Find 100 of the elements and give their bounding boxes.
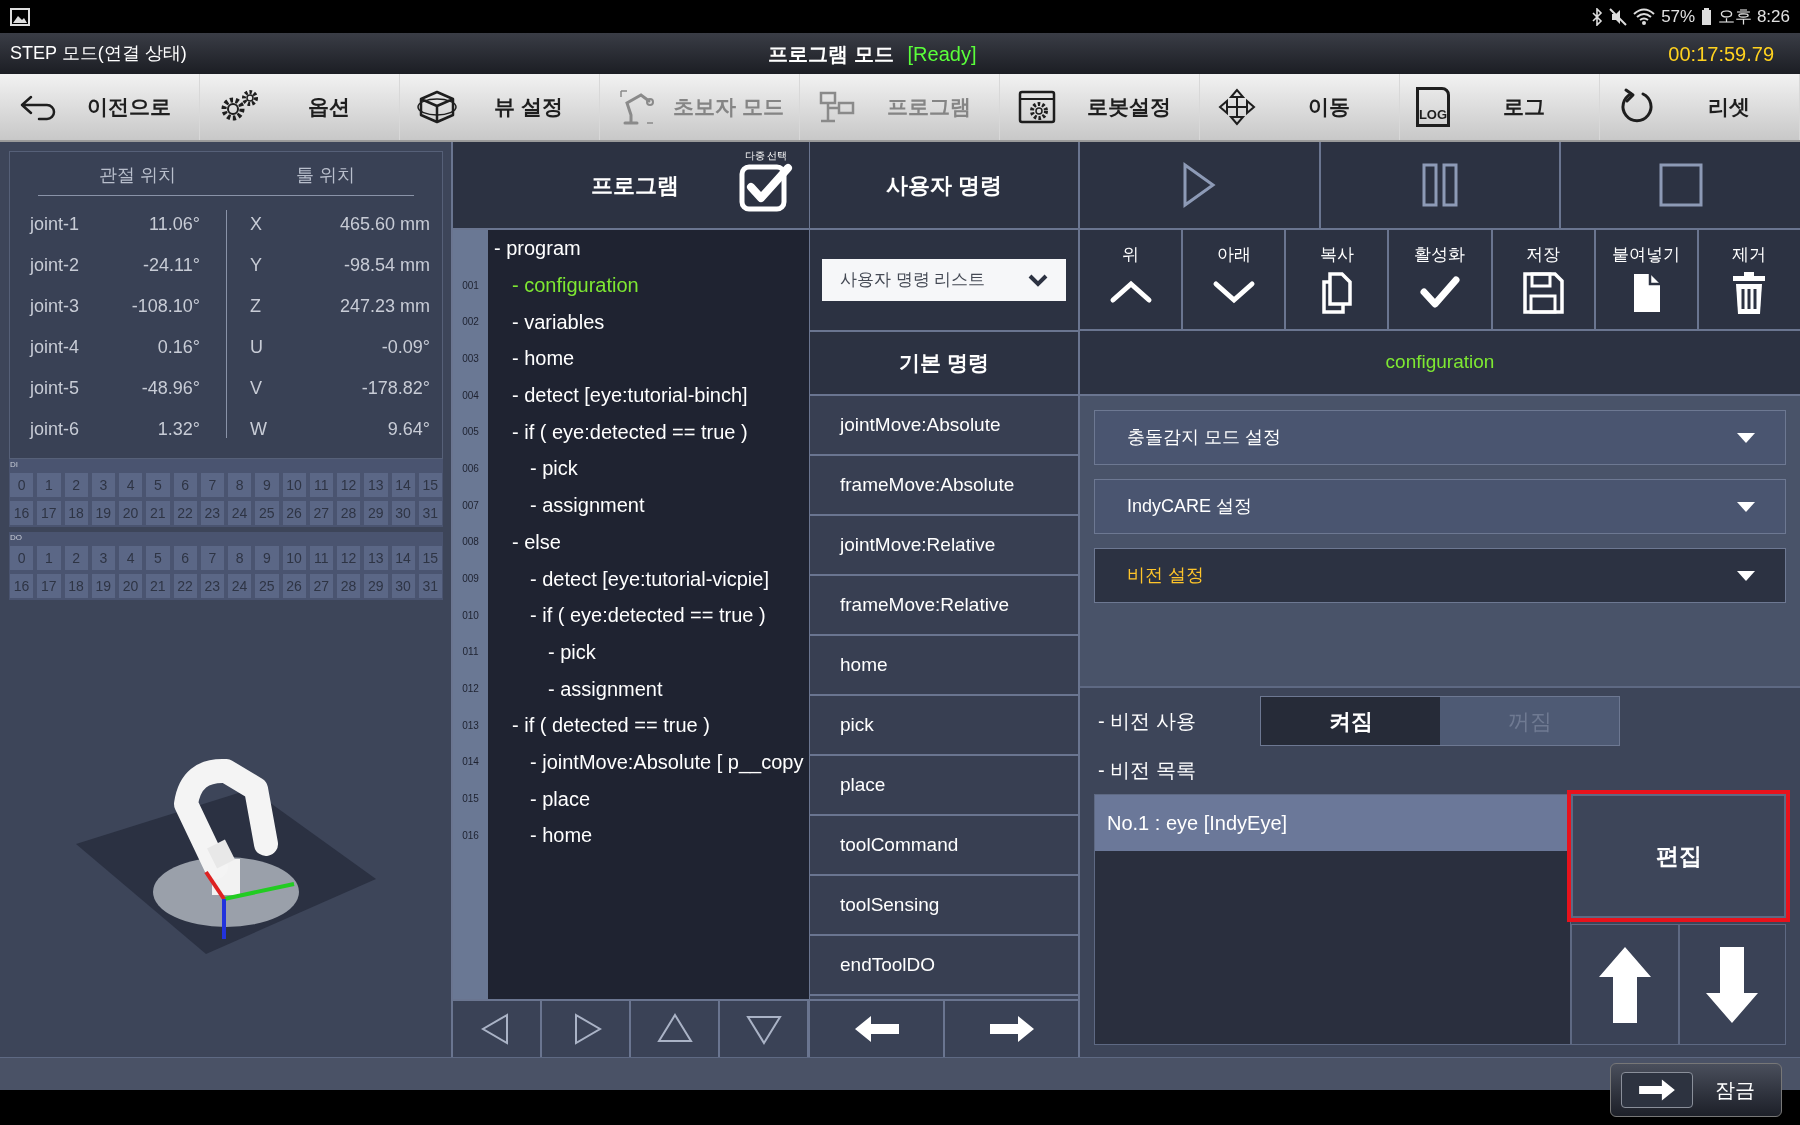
toolbar-button[interactable]: 이동: [1200, 74, 1400, 140]
edit-action-button[interactable]: 붙여넣기: [1595, 230, 1699, 329]
tool-value: -0.09°: [380, 336, 431, 359]
ready-status: [Ready]: [907, 41, 977, 67]
command-item[interactable]: place: [810, 756, 1078, 816]
io-label: DI: [10, 459, 19, 471]
joint-name: joint-2: [28, 254, 81, 277]
io-cell: 3: [91, 546, 115, 570]
io-cell: 13: [364, 546, 388, 570]
io-cell: 22: [173, 501, 197, 525]
program-line[interactable]: - if ( eye:detected == true ): [488, 416, 748, 447]
vision-list-item[interactable]: No.1 : eye [IndyEye]: [1095, 795, 1570, 851]
toolbar-button[interactable]: 로봇설정: [1000, 74, 1200, 140]
joint-name: joint-5: [28, 377, 81, 400]
io-cell: 14: [391, 473, 415, 497]
command-item[interactable]: toolSensing: [810, 876, 1078, 936]
command-list-dropdown[interactable]: 사용자 명령 리스트: [822, 259, 1066, 301]
program-line[interactable]: - if ( detected == true ): [488, 710, 710, 741]
command-item[interactable]: pick: [810, 696, 1078, 756]
command-item[interactable]: frameMove:Absolute: [810, 456, 1078, 516]
command-item[interactable]: endToolDO: [810, 936, 1078, 996]
joint-value: 1.32°: [156, 418, 200, 441]
program-line[interactable]: - variables: [488, 306, 605, 337]
basic-commands-header: 기본 명령: [810, 332, 1078, 396]
io-cell: 25: [255, 501, 279, 525]
command-item[interactable]: home: [810, 636, 1078, 696]
settings-dropdown[interactable]: 비전 설정: [1094, 548, 1786, 603]
line-number: 014: [462, 755, 479, 770]
toolbar-button[interactable]: 이전으로: [0, 74, 200, 140]
io-cell: 30: [391, 574, 415, 598]
move-item-button[interactable]: [1678, 924, 1786, 1045]
io-cell: 6: [173, 473, 197, 497]
program-line[interactable]: - configuration: [488, 270, 639, 301]
io-cell: 18: [64, 574, 88, 598]
line-number: 002: [462, 315, 479, 330]
line-number: 016: [462, 828, 479, 843]
toolbar-button[interactable]: LOG 로그: [1400, 74, 1600, 140]
move-item-button[interactable]: [1571, 924, 1679, 1045]
edit-action-button[interactable]: 저장: [1492, 230, 1596, 329]
selected-item-label: configuration: [1080, 331, 1800, 396]
line-number: 003: [462, 351, 479, 366]
toolbar-button[interactable]: 옵션: [200, 74, 400, 140]
axis-name: Y: [250, 254, 263, 277]
io-cell: 27: [309, 574, 333, 598]
io-cell: 0: [10, 546, 34, 570]
io-cell: 14: [391, 546, 415, 570]
line-number: 001: [462, 278, 479, 293]
io-cell: 29: [364, 501, 388, 525]
image-icon: [10, 7, 30, 26]
program-line[interactable]: - assignment: [488, 490, 645, 521]
program-line[interactable]: - else: [488, 526, 561, 557]
io-cell: 12: [337, 473, 361, 497]
joint-value: -108.10°: [130, 295, 200, 318]
program-line[interactable]: - home: [488, 820, 593, 851]
elapsed-timer: 00:17:59.79: [1668, 41, 1775, 67]
line-number: 005: [462, 425, 479, 440]
io-cell: 4: [119, 473, 143, 497]
program-line[interactable]: - home: [488, 343, 575, 374]
program-line[interactable]: - if ( eye:detected == true ): [488, 600, 766, 631]
tool-value: 9.64°: [386, 418, 431, 441]
toolbar-button[interactable]: 뷰 설정: [400, 74, 600, 140]
settings-dropdown[interactable]: IndyCARE 설정: [1094, 479, 1786, 534]
io-cell: 11: [309, 473, 333, 497]
program-line[interactable]: - pick: [488, 453, 578, 484]
edit-action-button[interactable]: 아래: [1183, 230, 1287, 329]
lock-button[interactable]: 잠금: [1610, 1063, 1782, 1117]
program-line[interactable]: - detect [eye:tutorial-vicpie]: [488, 563, 769, 594]
program-line[interactable]: - place: [488, 783, 591, 814]
command-item[interactable]: jointMove:Relative: [810, 516, 1078, 576]
program-line[interactable]: - jointMove:Absolute [ p__copy: [488, 746, 804, 777]
io-cell: 1: [37, 546, 61, 570]
toggle-option[interactable]: 켜짐: [1261, 697, 1440, 745]
screen-title: 프로그램 모드: [768, 41, 894, 67]
command-item[interactable]: frameMove:Relative: [810, 576, 1078, 636]
line-number: 007: [462, 498, 479, 513]
tool-value: 465.60 mm: [338, 213, 431, 236]
io-cell: 9: [255, 546, 279, 570]
command-item[interactable]: toolCommand: [810, 816, 1078, 876]
toolbar-button[interactable]: 리셋: [1600, 74, 1800, 140]
io-cell: 8: [228, 546, 252, 570]
edit-action-button[interactable]: 제거: [1698, 230, 1800, 329]
program-line[interactable]: - pick: [488, 636, 596, 667]
edit-action-button[interactable]: 활성화: [1389, 230, 1493, 329]
edit-action-button[interactable]: 위: [1080, 230, 1184, 329]
program-line[interactable]: - detect [eye:tutorial-binch]: [488, 380, 748, 411]
program-line[interactable]: - assignment: [488, 673, 663, 704]
vision-list-label: - 비전 목록: [1097, 758, 1196, 783]
command-item[interactable]: jointMove:Absolute: [810, 396, 1078, 456]
multi-select-checkbox[interactable]: [739, 162, 793, 212]
io-cell: 29: [364, 574, 388, 598]
io-cell: 2: [64, 473, 88, 497]
panel-title: 프로그램: [591, 171, 679, 200]
program-line[interactable]: - program: [488, 233, 581, 264]
io-cell: 16: [10, 501, 34, 525]
edit-action-button[interactable]: 복사: [1286, 230, 1390, 329]
io-cell: 26: [282, 501, 306, 525]
io-cell: 21: [146, 501, 170, 525]
settings-dropdown[interactable]: 충돌감지 모드 설정: [1094, 410, 1786, 465]
io-cell: 2: [64, 546, 88, 570]
io-cell: 17: [37, 574, 61, 598]
